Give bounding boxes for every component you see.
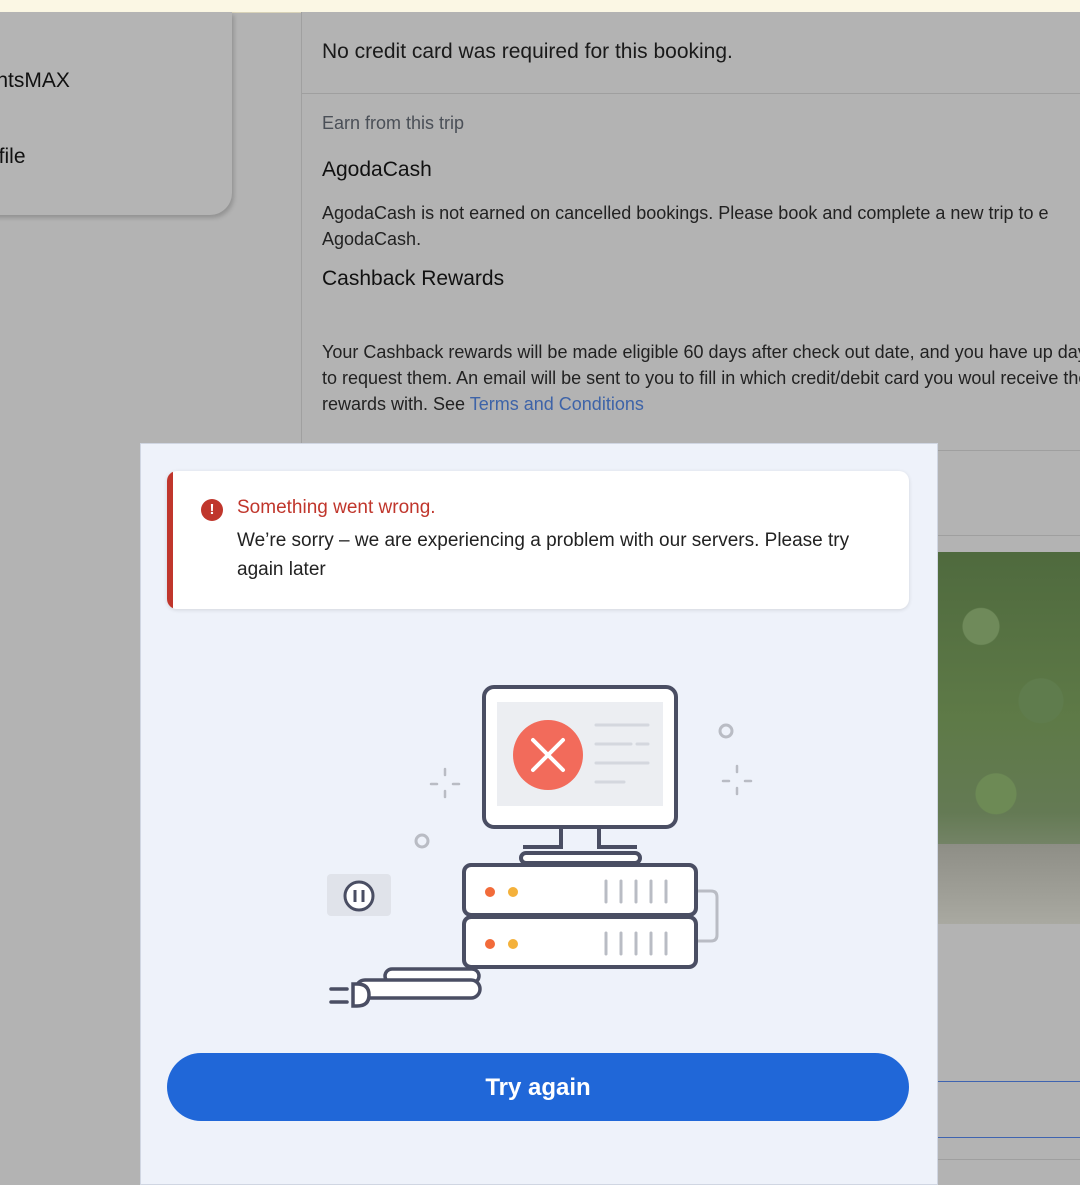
try-again-button[interactable]: Try again [167,1053,909,1121]
hotel-photo [936,552,1080,924]
divider [302,93,1080,94]
alert-title: Something went wrong. [237,497,436,518]
cashback-body: Your Cashback rewards will be made eligi… [322,342,1080,414]
agodacash-heading: AgodaCash [322,158,432,181]
account-sidebar: ointsMAX rofile [0,12,232,215]
cashback-text: Your Cashback rewards will be made eligi… [322,339,1080,417]
photo-wall [936,844,1080,924]
error-alert: ! Something went wrong. We’re sorry – we… [167,471,909,609]
sidebar-item-pointsmax[interactable]: ointsMAX [0,69,70,93]
alert-message: We’re sorry – we are experiencing a prob… [237,530,850,580]
credit-card-note: No credit card was required for this boo… [322,40,733,63]
divider [936,1159,1080,1160]
input-underline [936,1081,1080,1082]
side-panel-box [935,450,1080,536]
error-info-icon: ! [201,499,223,521]
agodacash-text: AgodaCash is not earned on cancelled boo… [322,203,1049,249]
alert-accent-bar [167,471,173,609]
earn-section-label: Earn from this trip [322,113,465,133]
input-underline [936,1137,1080,1138]
terms-link[interactable]: Terms and Conditions [470,394,644,414]
error-modal: ! Something went wrong. We’re sorry – we… [140,443,938,1185]
cashback-heading: Cashback Rewards [322,267,505,290]
server-error-illustration [327,685,753,1008]
sidebar-item-profile[interactable]: rofile [0,145,26,169]
